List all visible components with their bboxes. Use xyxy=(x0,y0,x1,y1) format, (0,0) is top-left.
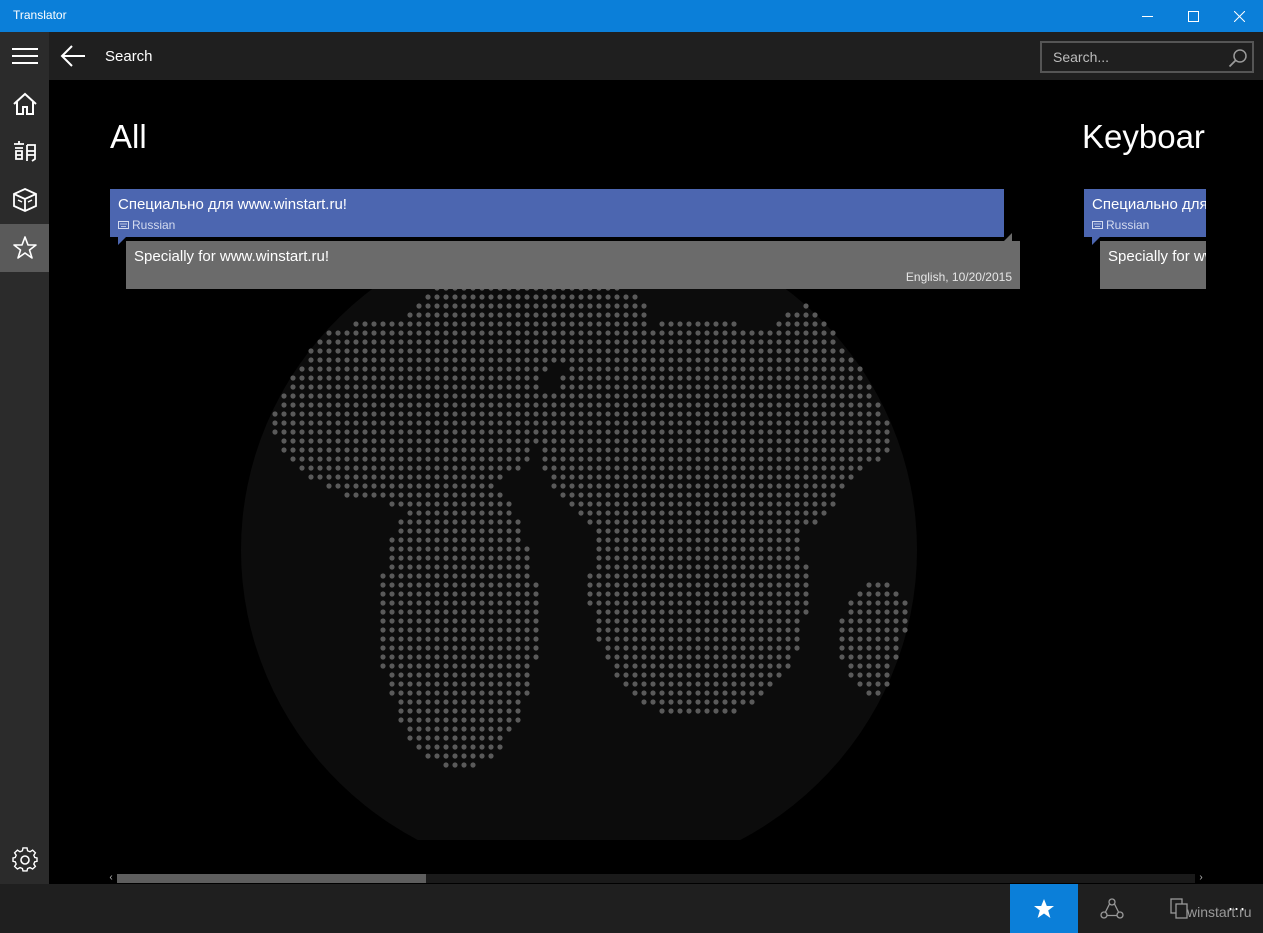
globe-disc xyxy=(241,260,917,840)
more-button[interactable]: ... xyxy=(1228,894,1246,915)
section-keyboard: Keyboard Специально для www.winstart.ru!… xyxy=(1080,110,1206,300)
settings-button[interactable] xyxy=(0,836,49,884)
nav-translate[interactable] xyxy=(0,128,49,176)
source-card-tail xyxy=(1092,237,1100,245)
maximize-icon xyxy=(1187,10,1199,22)
translation-meta: English, 10/20/2015 xyxy=(905,270,1012,284)
translation-card-ear xyxy=(1004,233,1012,241)
scroll-right-icon[interactable]: › xyxy=(1195,872,1207,884)
translation-text: Specially for www.winstart.ru! xyxy=(134,248,330,265)
source-lang-label: Russian xyxy=(1106,218,1150,232)
gear-icon xyxy=(11,847,38,872)
share-icon xyxy=(1100,897,1124,919)
scroll-left-icon[interactable]: ‹ xyxy=(105,872,117,884)
translation-card[interactable]: Specially for www.winstart.ru! xyxy=(1100,241,1206,289)
section-title-all: All xyxy=(110,118,147,155)
app-bar: winstart.ru ... xyxy=(0,884,1263,933)
translate-icon xyxy=(13,141,36,162)
search-input[interactable] xyxy=(1042,43,1233,71)
section-title-keyboard: Keyboard xyxy=(1082,118,1206,155)
close-icon xyxy=(1233,10,1245,22)
source-card[interactable]: Специально для www.winstart.ru! Russian xyxy=(110,189,1004,245)
title-bar: Translator xyxy=(0,0,1263,32)
horizontal-scrollbar[interactable]: ‹ › xyxy=(105,872,1207,884)
share-button[interactable] xyxy=(1078,884,1146,933)
page-title: Search xyxy=(105,48,153,65)
hamburger-icon xyxy=(11,48,38,64)
window-title: Translator xyxy=(13,8,67,22)
menu-button[interactable] xyxy=(0,32,49,80)
source-lang: Russian xyxy=(1092,218,1149,232)
maximize-button[interactable] xyxy=(1170,0,1216,32)
home-icon xyxy=(12,92,37,115)
keyboard-icon xyxy=(118,221,129,229)
star-icon xyxy=(12,236,37,259)
nav-favorites[interactable] xyxy=(0,224,49,272)
source-card[interactable]: Специально для www.winstart.ru! Russian xyxy=(1084,189,1206,245)
close-button[interactable] xyxy=(1216,0,1262,32)
minimize-button[interactable] xyxy=(1124,0,1170,32)
content-area: All Специально для www.winstart.ru! Russ… xyxy=(49,80,1263,884)
source-lang: Russian xyxy=(118,218,175,232)
source-text: Специально для www.winstart.ru! xyxy=(1092,196,1206,213)
translation-card[interactable]: Specially for www.winstart.ru! English, … xyxy=(126,233,1020,289)
source-card-tail xyxy=(118,237,126,245)
translation-text: Specially for www.winstart.ru! xyxy=(1108,248,1206,265)
star-filled-icon xyxy=(1034,898,1054,918)
search-box[interactable] xyxy=(1040,41,1254,73)
source-lang-label: Russian xyxy=(132,218,176,232)
minimize-icon xyxy=(1141,15,1153,17)
favorite-button[interactable] xyxy=(1010,884,1078,933)
nav-phrasebook[interactable] xyxy=(0,176,49,224)
phrasebook-icon xyxy=(12,188,37,212)
source-text: Специально для www.winstart.ru! xyxy=(118,196,347,213)
back-button[interactable] xyxy=(49,32,97,80)
keyboard-icon xyxy=(1092,221,1103,229)
nav-rail xyxy=(0,32,49,884)
nav-home[interactable] xyxy=(0,80,49,128)
search-icon[interactable] xyxy=(1228,48,1248,68)
back-arrow-icon xyxy=(60,45,85,67)
globe-background xyxy=(241,260,917,840)
scroll-thumb[interactable] xyxy=(117,874,426,883)
header-bar: Search xyxy=(49,32,1263,80)
